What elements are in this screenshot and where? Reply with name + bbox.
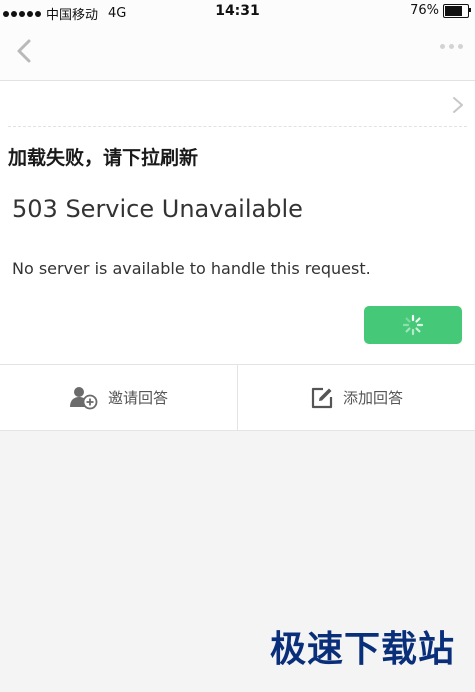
back-button[interactable] bbox=[10, 36, 40, 66]
chevron-right-icon[interactable] bbox=[451, 95, 465, 115]
battery-percent: 76% bbox=[410, 3, 439, 18]
reload-button[interactable] bbox=[364, 306, 462, 344]
more-dot bbox=[449, 44, 454, 49]
answer-actions-bar: 邀请回答 添加回答 bbox=[0, 364, 475, 431]
invite-answer-button[interactable]: 邀请回答 bbox=[0, 365, 237, 430]
chevron-left-icon bbox=[17, 39, 31, 63]
error-message: No server is available to handle this re… bbox=[12, 259, 371, 278]
battery-indicator: 76% bbox=[410, 3, 471, 18]
nav-bar bbox=[0, 24, 475, 81]
load-failed-heading: 加载失败，请下拉刷新 bbox=[8, 147, 199, 169]
content-card: 加载失败，请下拉刷新 503 Service Unavailable No se… bbox=[0, 81, 475, 364]
more-dot bbox=[458, 44, 463, 49]
error-title: 503 Service Unavailable bbox=[12, 195, 303, 223]
more-button[interactable] bbox=[440, 44, 463, 49]
invite-answer-label: 邀请回答 bbox=[107, 389, 168, 407]
add-answer-button[interactable]: 添加回答 bbox=[238, 365, 475, 430]
more-dots-icon bbox=[440, 44, 445, 49]
loading-spinner-icon bbox=[402, 314, 424, 336]
add-answer-label: 添加回答 bbox=[342, 389, 403, 407]
edit-icon bbox=[311, 387, 333, 408]
battery-icon bbox=[443, 3, 471, 18]
invite-user-icon bbox=[69, 386, 98, 409]
status-bar: 中国移动 4G 14:31 76% bbox=[0, 0, 475, 24]
site-watermark: 极速下载站 bbox=[269, 629, 455, 670]
divider bbox=[8, 126, 467, 127]
status-time: 14:31 bbox=[215, 3, 260, 19]
